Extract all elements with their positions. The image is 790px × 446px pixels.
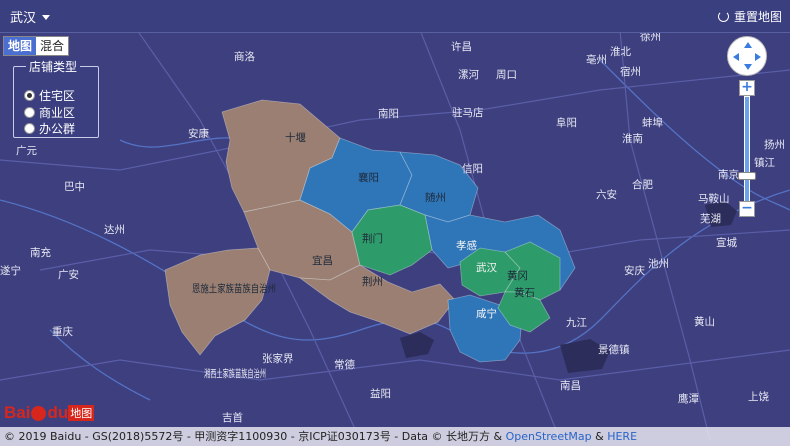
logo-du-text: du	[47, 403, 69, 422]
label-xiaogan: 孝感	[456, 239, 477, 252]
label-shiyan: 十堰	[285, 131, 306, 144]
place-label: 南昌	[560, 379, 581, 392]
place-label: 漯河	[458, 69, 479, 81]
label-yichang: 宜昌	[312, 254, 333, 267]
radio-commercial[interactable]: 商业区	[24, 104, 75, 121]
label-xianning: 咸宁	[476, 307, 497, 320]
label-jingzhou: 荆州	[362, 275, 383, 288]
label-xiangyang: 襄阳	[358, 171, 379, 184]
place-label: 许昌	[451, 40, 472, 53]
label-huanggang: 黄冈	[507, 269, 528, 282]
chevron-down-icon	[42, 15, 51, 20]
place-label: 安庆	[624, 264, 645, 277]
logo-map-text: 地图	[68, 405, 95, 421]
copyright-sep: &	[591, 430, 608, 443]
place-label: 九江	[566, 317, 587, 329]
place-label: 蚌埠	[642, 116, 663, 129]
radio-label: 住宅区	[39, 89, 76, 103]
map-canvas[interactable]: 十堰 恩施土家族苗族自治州 宜昌 荆州 襄阳 随州 孝感 咸宁 荆门 武汉 黄冈…	[0, 0, 790, 446]
place-label: 池州	[648, 257, 669, 270]
place-label: 广元	[16, 145, 37, 157]
pan-right-icon[interactable]	[755, 53, 761, 61]
top-bar: 武汉 重置地图	[0, 0, 790, 33]
place-label: 安康	[188, 127, 209, 140]
place-label: 广安	[58, 268, 79, 281]
place-label: 淮南	[622, 132, 643, 145]
logo-bai-text: Bai	[4, 403, 31, 422]
openstreetmap-link[interactable]: OpenStreetMap	[506, 430, 592, 443]
radio-residential[interactable]: 住宅区	[24, 87, 75, 104]
place-label: 南阳	[378, 107, 399, 120]
city-selector[interactable]: 武汉	[10, 7, 51, 26]
place-label: 重庆	[52, 325, 73, 338]
shop-type-title: 店铺类型	[26, 58, 81, 75]
copyright-bar: © 2019 Baidu - GS(2018)5572号 - 甲测资字11009…	[0, 427, 790, 446]
place-label: 南充	[30, 246, 51, 259]
map-type-hybrid[interactable]: 混合	[36, 37, 69, 55]
place-label: 吉首	[222, 411, 243, 424]
place-label: 遂宁	[0, 264, 21, 277]
shop-type-filter: 店铺类型 住宅区 商业区 办公群	[13, 58, 99, 138]
place-label: 马鞍山	[698, 192, 730, 205]
reset-map-label: 重置地图	[733, 10, 782, 24]
place-label: 益阳	[370, 387, 391, 400]
place-label: 宣城	[716, 236, 737, 249]
map-type-switch: 地图 混合	[3, 36, 70, 56]
place-label: 达州	[104, 224, 125, 236]
map-type-map[interactable]: 地图	[4, 37, 37, 55]
place-label: 黄山	[694, 315, 715, 328]
place-label: 六安	[596, 188, 617, 201]
zoom-slider-track[interactable]	[744, 96, 750, 202]
place-label: 淮北	[610, 46, 631, 58]
label-enshi: 恩施土家族苗族自治州	[192, 282, 276, 295]
place-label: 鹰潭	[678, 392, 699, 405]
radio-office[interactable]: 办公群	[24, 120, 75, 137]
copyright-text: © 2019 Baidu - GS(2018)5572号 - 甲测资字11009…	[4, 430, 506, 443]
radio-label: 商业区	[39, 106, 76, 120]
pan-down-icon[interactable]	[744, 64, 752, 70]
label-huangshi: 黄石	[514, 286, 535, 299]
label-suizhou: 随州	[425, 191, 446, 204]
pan-control[interactable]	[727, 36, 767, 76]
pan-left-icon[interactable]	[733, 53, 739, 61]
radio-icon	[24, 90, 35, 101]
radio-label: 办公群	[39, 122, 76, 136]
place-label: 信阳	[462, 163, 483, 175]
zoom-in-button[interactable]: +	[739, 80, 755, 96]
label-jingmen: 荆门	[362, 232, 383, 245]
place-label: 合肥	[632, 178, 653, 191]
place-label: 常德	[334, 358, 355, 371]
label-wuhan: 武汉	[476, 261, 497, 274]
place-label: 湘西土家族苗族自治州	[204, 367, 266, 380]
place-label: 张家界	[262, 352, 294, 365]
radio-icon	[24, 107, 35, 118]
reset-map-button[interactable]: 重置地图	[717, 8, 782, 25]
zoom-slider-handle[interactable]	[738, 172, 756, 180]
place-label: 亳州	[586, 53, 607, 66]
radio-icon	[24, 123, 35, 134]
place-label: 芜湖	[700, 212, 721, 225]
refresh-icon	[717, 11, 729, 22]
place-label: 驻马店	[452, 106, 484, 119]
zoom-out-button[interactable]: −	[739, 201, 755, 217]
place-label: 景德镇	[598, 343, 630, 356]
place-label: 周口	[496, 69, 517, 81]
here-link[interactable]: HERE	[607, 430, 637, 443]
paw-icon	[31, 405, 47, 421]
place-label: 扬州	[764, 138, 785, 151]
place-label: 镇江	[754, 156, 775, 169]
place-label: 阜阳	[556, 116, 577, 129]
place-label: 上饶	[748, 390, 769, 403]
place-label: 南京	[718, 168, 739, 181]
city-label: 武汉	[10, 11, 37, 26]
place-label: 宿州	[620, 65, 641, 78]
place-label: 商洛	[234, 50, 255, 63]
baidu-logo: Bai du 地图	[4, 403, 95, 423]
pan-up-icon[interactable]	[744, 42, 752, 48]
place-label: 巴中	[64, 180, 85, 193]
